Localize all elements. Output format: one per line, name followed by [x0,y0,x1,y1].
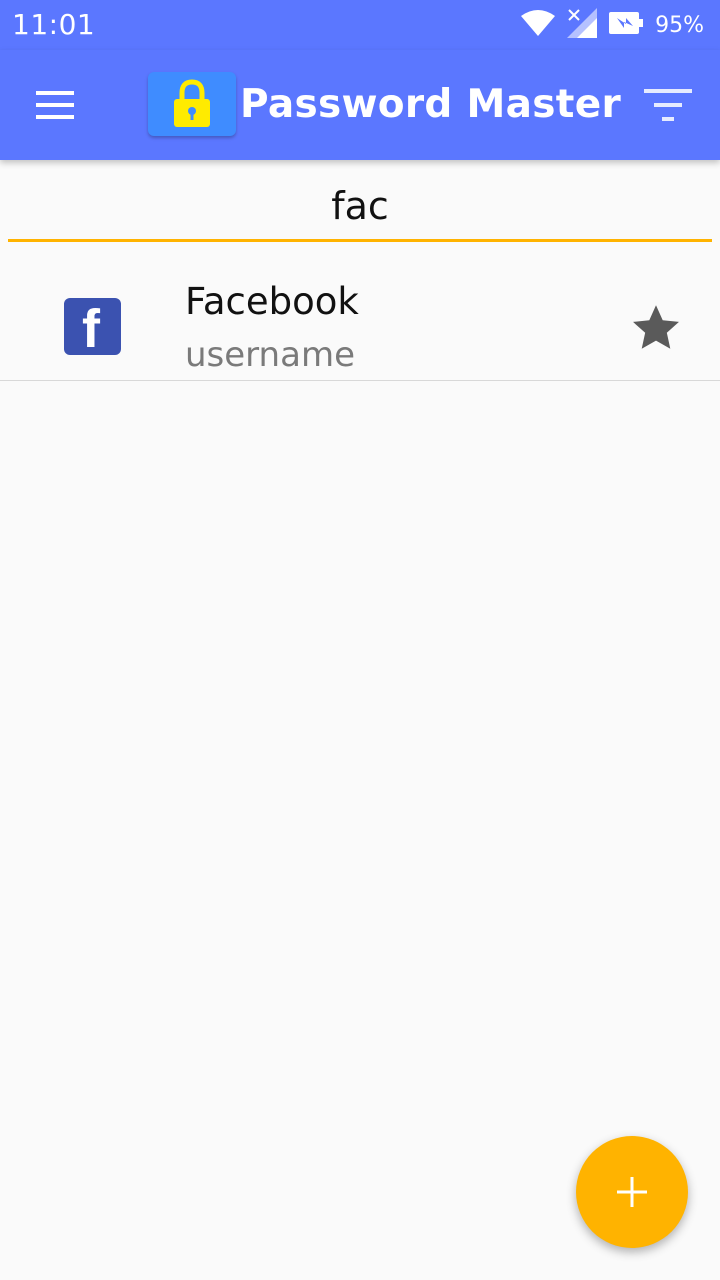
lock-icon [174,79,210,127]
list-item[interactable]: f Facebook username [0,264,720,381]
item-subtitle: username [185,335,355,375]
app-title: Password Master [240,82,621,127]
battery-icon [609,11,644,39]
status-icons: 95% [521,7,704,43]
add-button[interactable] [576,1136,688,1248]
app-logo [148,72,236,136]
status-time: 11:01 [12,8,96,41]
signal-icon [567,7,598,43]
facebook-icon: f [64,298,121,355]
results-list: f Facebook username [0,264,720,381]
item-title: Facebook [185,280,359,323]
app-bar: Password Master [0,50,720,160]
status-bar: 11:01 95% [0,0,720,50]
plus-icon [617,1177,647,1207]
search-underline [8,239,712,242]
star-icon[interactable] [630,302,682,354]
search-field [8,172,712,242]
battery-percent: 95% [655,12,704,38]
search-input[interactable] [8,172,712,239]
menu-icon [36,91,74,119]
menu-button[interactable] [24,77,88,133]
wifi-icon [521,9,556,41]
filter-icon [644,89,692,121]
filter-button[interactable] [636,77,700,133]
